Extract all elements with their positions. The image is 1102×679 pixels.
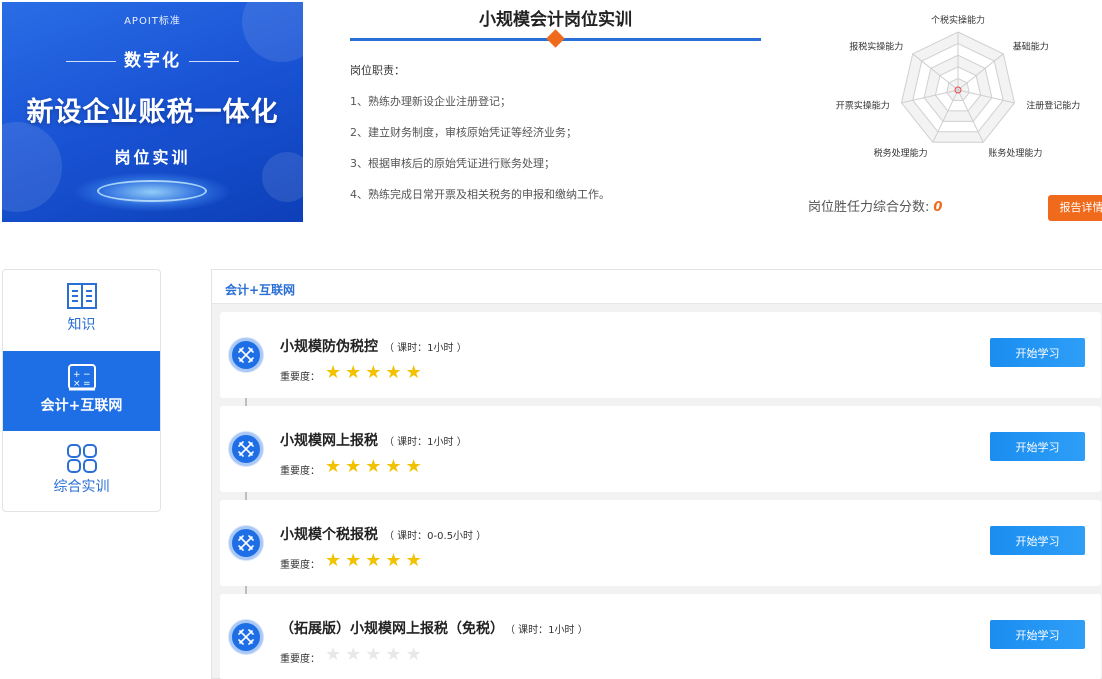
start-learning-button[interactable]: 开始学习 [990,620,1085,649]
star-filled-icon: ★ [345,456,362,477]
nav-item-accounting-internet[interactable]: + − × = 会计+互联网 [3,351,160,431]
star-filled-icon: ★ [325,550,342,571]
start-learning-button[interactable]: 开始学习 [990,432,1085,461]
course-hours: （ 课时：0-0.5小时 ） [384,531,487,542]
banner-digital-label: 数字化 [2,46,303,71]
report-detail-button[interactable]: 报告详情 [1048,195,1102,221]
star-filled-icon: ★ [405,362,422,383]
diamond-marker-icon [546,29,565,48]
panel-header: 会计+互联网 [212,270,1102,304]
banner-standard-label: APOIT标准 [124,16,181,27]
importance-label: 重要度： [280,654,320,665]
course-hours: （ 课时：1小时 ） [510,625,588,636]
radar-axis-label: 注册登记能力 [1026,100,1080,112]
star-filled-icon: ★ [345,550,362,571]
book-icon [66,283,97,309]
course-title: 小规模防伪税控 （ 课时：1小时 ） [280,336,467,356]
star-filled-icon: ★ [325,362,342,383]
start-learning-button[interactable]: 开始学习 [990,338,1085,367]
star-filled-icon: ★ [405,550,422,571]
course-card: 小规模防伪税控（ 课时：1小时 ）重要度： ★ ★ ★ ★ ★ 开始学习 [220,312,1101,398]
nav-label-comprehensive-training: 综合实训 [53,479,110,495]
course-name: 小规模个税报税 [280,527,378,543]
star-filled-icon: ★ [365,550,382,571]
importance-stars: ★ ★ ★ ★ ★ [325,363,426,383]
duty-item: 4、熟练完成日常开票及相关税务的申报和缴纳工作。 [350,188,610,201]
competency-radar-chart: 个税实操能力基础能力注册登记能力账务处理能力 税务处理能力 开票实操能力 报税实操能力 [836,14,1080,159]
importance-label: 重要度： [280,466,320,477]
score-value: 0 [933,200,943,215]
radar-axis-label: 开票实操能力 [836,100,890,112]
radar-axis-label: 税务处理能力 [874,147,928,159]
importance-stars: ★ ★ ★ ★ ★ [325,551,426,571]
grid-apps-icon [66,444,97,473]
course-badge-icon [229,620,263,654]
calculator-icon: + − × = [67,364,96,391]
importance-label: 重要度： [280,560,320,571]
star-empty-icon: ★ [325,644,342,665]
course-banner: APOIT标准 数字化 新设企业账税一体化 岗位实训 [2,2,303,222]
banner-stage-ring [97,180,207,202]
course-name: 小规模网上报税 [280,433,378,449]
course-card: 小规模网上报税（ 课时：1小时 ）重要度： ★ ★ ★ ★ ★ 开始学习 [220,406,1101,492]
duty-item: 2、建立财务制度，审核原始凭证等经济业务； [350,126,577,139]
radar-axis-label: 个税实操能力 [931,14,985,26]
banner-subtitle: 岗位实训 [114,148,191,167]
start-learning-button[interactable]: 开始学习 [990,526,1085,555]
star-filled-icon: ★ [405,456,422,477]
duty-item: 3、根据审核后的原始凭证进行账务处理； [350,157,555,170]
course-badge-icon [229,432,263,466]
score-label-text: 岗位胜任力综合分数: [808,200,930,215]
nav-label-knowledge: 知识 [67,317,96,333]
star-empty-icon: ★ [405,644,422,665]
course-card: （拓展版）小规模网上报税（免税）（ 课时：1小时 ）重要度： ★ ★ ★ ★ ★ 开始学习 [220,594,1101,679]
course-title: （拓展版）小规模网上报税（免税） （ 课时：1小时 ） [280,618,588,638]
radar-axis-label: 报税实操能力 [849,40,903,52]
radar-axis-label: 基础能力 [1013,40,1049,52]
score-label: 岗位胜任力综合分数: 0 [808,196,942,215]
panel-header-title: 会计+互联网 [225,283,296,297]
importance-label: 重要度： [280,372,320,383]
svg-text:=: = [83,379,91,389]
course-card: 小规模个税报税（ 课时：0-0.5小时 ）重要度： ★ ★ ★ ★ ★ 开始学习 [220,500,1101,586]
importance-stars: ★ ★ ★ ★ ★ [325,645,426,665]
course-name: （拓展版）小规模网上报税（免税） [280,621,504,637]
job-title: 小规模会计岗位实训 [479,10,632,30]
star-empty-icon: ★ [365,644,382,665]
page-root: APOIT标准 数字化 新设企业账税一体化 岗位实训 小规模会计岗位实训 岗位职… [0,0,1102,679]
star-filled-icon: ★ [385,456,402,477]
star-filled-icon: ★ [385,550,402,571]
star-filled-icon: ★ [345,362,362,383]
course-badge-icon [229,338,263,372]
nav-item-comprehensive-training[interactable]: 综合实训 [3,432,160,511]
course-title: 小规模网上报税 （ 课时：1小时 ） [280,430,467,450]
course-hours: （ 课时：1小时 ） [384,437,467,448]
course-name: 小规模防伪税控 [280,339,378,355]
star-filled-icon: ★ [385,362,402,383]
banner-title: 新设企业账税一体化 [26,97,279,128]
radar-axis-label: 账务处理能力 [988,147,1042,159]
nav-item-knowledge[interactable]: 知识 [3,270,160,350]
star-filled-icon: ★ [365,456,382,477]
course-badge-icon [229,526,263,560]
course-hours: （ 课时：1小时 ） [384,343,467,354]
importance-stars: ★ ★ ★ ★ ★ [325,457,426,477]
star-filled-icon: ★ [325,456,342,477]
left-nav: 知识 + − × = 会计+互联网 综合实训 [2,269,161,512]
duty-item: 1、熟练办理新设企业注册登记； [350,95,511,108]
course-title: 小规模个税报税 （ 课时：0-0.5小时 ） [280,524,486,544]
nav-label-accounting-internet: 会计+互联网 [40,398,123,414]
star-filled-icon: ★ [365,362,382,383]
star-empty-icon: ★ [345,644,362,665]
duty-label: 岗位职责： [350,64,405,77]
star-empty-icon: ★ [385,644,402,665]
svg-text:×: × [73,379,81,389]
